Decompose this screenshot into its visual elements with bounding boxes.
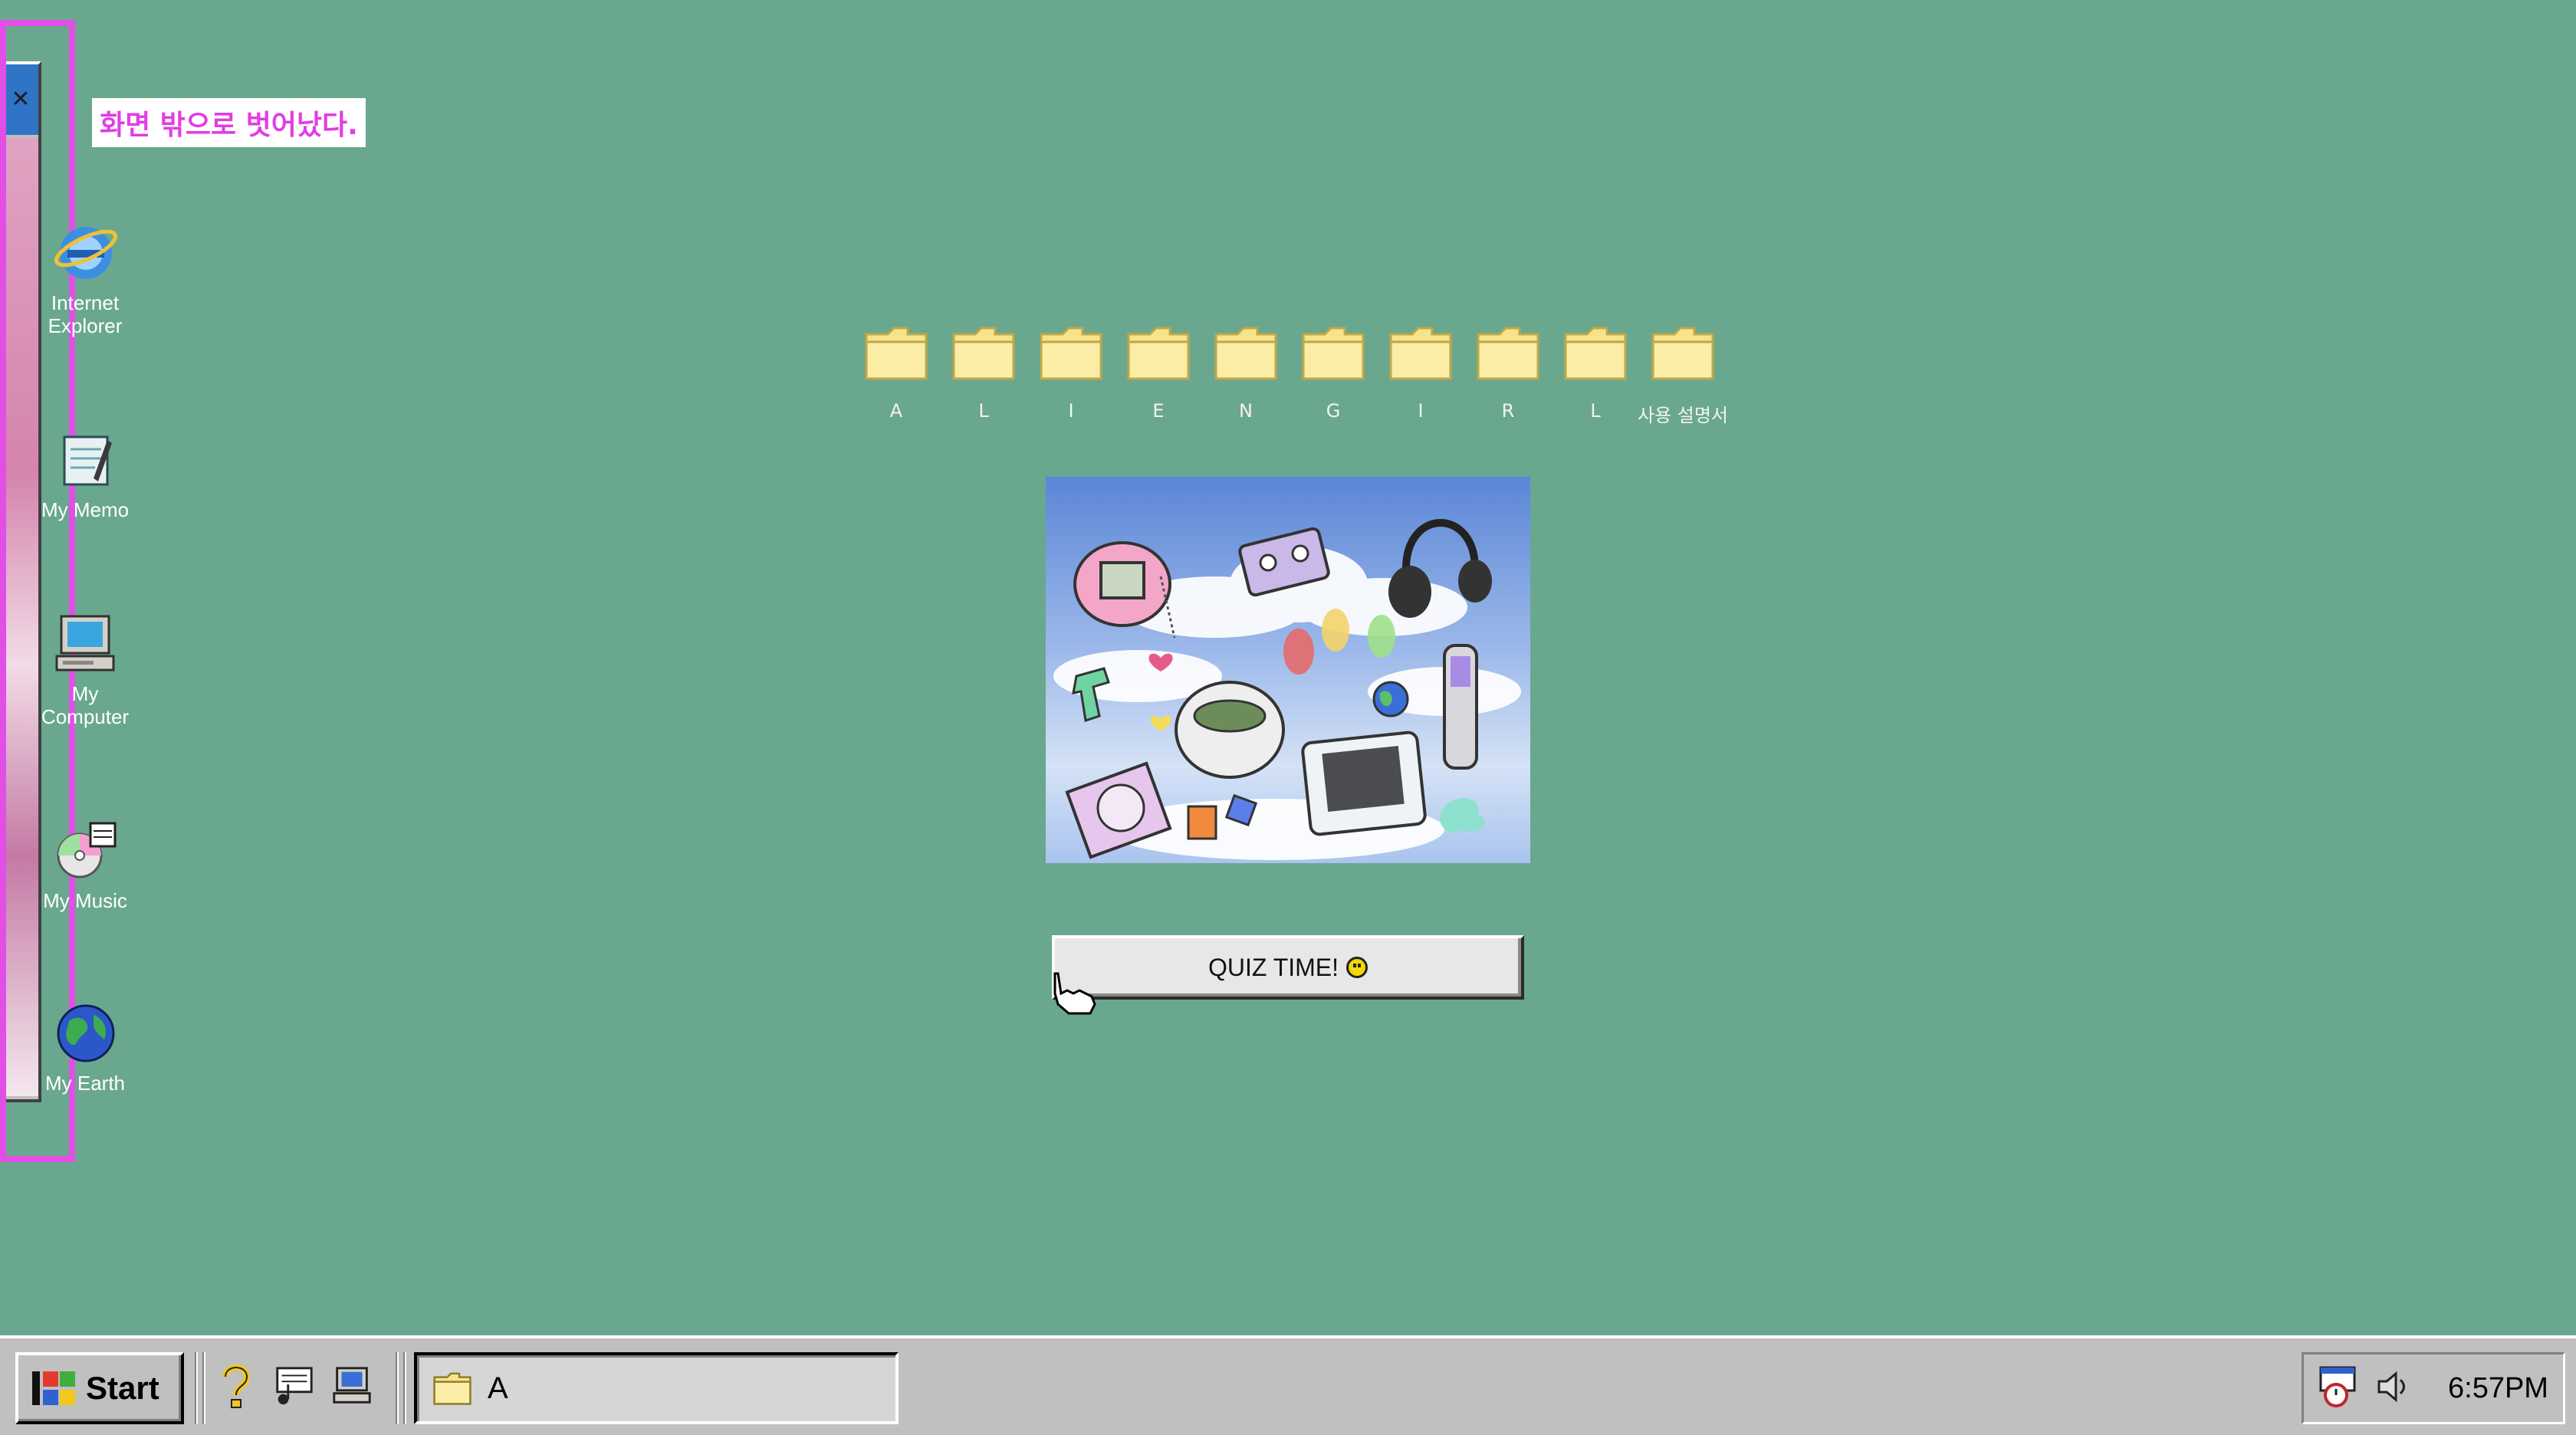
quiz-time-label: QUIZ TIME! bbox=[1208, 953, 1339, 981]
hand-cursor-icon bbox=[1053, 972, 1096, 1015]
folder-label: R bbox=[1501, 400, 1515, 422]
smiley-icon bbox=[1346, 957, 1368, 978]
windows-logo-icon bbox=[32, 1371, 75, 1405]
folder-label: E bbox=[1152, 400, 1165, 422]
folder-icon bbox=[1214, 327, 1277, 380]
offscreen-highlight-frame bbox=[0, 20, 75, 1162]
folder-label: G bbox=[1326, 400, 1341, 422]
folder-label: L bbox=[1590, 400, 1601, 422]
folder-label: I bbox=[1068, 400, 1074, 422]
folder-label: A bbox=[889, 400, 903, 422]
folder-icon bbox=[1127, 327, 1190, 380]
folder-icon bbox=[433, 1372, 472, 1405]
desktop-icon-my-music[interactable]: My Music bbox=[28, 816, 143, 912]
desktop-computer-icon[interactable] bbox=[330, 1361, 374, 1410]
taskbar-separator bbox=[403, 1352, 406, 1424]
calendar-clock-icon[interactable] bbox=[2316, 1364, 2361, 1413]
folder-icon bbox=[1564, 327, 1627, 380]
start-button[interactable]: Start bbox=[15, 1352, 184, 1424]
taskbar-window-label: A bbox=[488, 1371, 508, 1405]
desktop-icon-my-memo[interactable]: My Memo bbox=[28, 425, 143, 521]
computer-icon bbox=[51, 609, 120, 678]
taskbar-separator bbox=[396, 1352, 399, 1424]
internet-explorer-icon bbox=[51, 218, 120, 287]
help-icon[interactable] bbox=[213, 1361, 258, 1410]
y2k-illustration bbox=[1046, 477, 1530, 863]
folder-item[interactable]: L bbox=[1561, 322, 1630, 427]
folder-label: N bbox=[1239, 400, 1253, 422]
desktop-icon-label: My Computer bbox=[41, 682, 130, 728]
folder-item[interactable]: L bbox=[949, 322, 1018, 427]
folder-icon bbox=[865, 327, 928, 380]
folder-item[interactable]: G bbox=[1299, 322, 1368, 427]
desktop-icon-internet-explorer[interactable]: Internet Explorer bbox=[28, 218, 143, 337]
desktop-icon-my-earth[interactable]: My Earth bbox=[28, 998, 143, 1095]
folder-item[interactable]: A bbox=[862, 322, 931, 427]
folder-icon bbox=[1651, 327, 1714, 380]
taskbar: Start A 6:57PM bbox=[0, 1335, 2576, 1435]
earth-icon bbox=[51, 998, 120, 1067]
memo-icon bbox=[51, 425, 120, 494]
folder-item[interactable]: I bbox=[1037, 322, 1106, 427]
taskbar-clock: 6:57PM bbox=[2448, 1371, 2548, 1404]
taskbar-separator bbox=[202, 1352, 205, 1424]
folder-icon bbox=[952, 327, 1015, 380]
quick-launch bbox=[213, 1361, 374, 1410]
folder-item[interactable]: R bbox=[1474, 322, 1543, 427]
folder-icon bbox=[1302, 327, 1365, 380]
taskbar-window-button[interactable]: A bbox=[414, 1352, 899, 1424]
folder-label: I bbox=[1418, 400, 1424, 422]
desktop-icon-label: My Earth bbox=[44, 1072, 126, 1095]
taskbar-separator bbox=[195, 1352, 198, 1424]
desktop-icon-label: My Music bbox=[43, 889, 127, 912]
desktop-icon-my-computer[interactable]: My Computer bbox=[28, 609, 143, 728]
folder-icon bbox=[1389, 327, 1452, 380]
start-label: Start bbox=[86, 1370, 159, 1406]
folder-row: A L I E N G I R L 사용 설명서 bbox=[862, 322, 1728, 427]
volume-icon[interactable] bbox=[2374, 1368, 2413, 1410]
desktop: ✕ 화면 밖으로 벗어났다. Internet Explorer My Memo… bbox=[0, 0, 2576, 1335]
folder-item[interactable]: I bbox=[1386, 322, 1455, 427]
folder-item[interactable]: E bbox=[1124, 322, 1193, 427]
system-tray: 6:57PM bbox=[2302, 1352, 2565, 1424]
folder-label: L bbox=[978, 400, 989, 422]
folder-icon bbox=[1477, 327, 1539, 380]
music-icon bbox=[51, 816, 120, 885]
folder-item[interactable]: N bbox=[1211, 322, 1280, 427]
desktop-icon-label: My Memo bbox=[41, 498, 130, 521]
folder-item[interactable]: 사용 설명서 bbox=[1638, 322, 1728, 427]
offscreen-label: 화면 밖으로 벗어났다. bbox=[92, 98, 366, 147]
folder-icon bbox=[1040, 327, 1102, 380]
music-player-icon[interactable] bbox=[271, 1361, 316, 1410]
quiz-time-button[interactable]: QUIZ TIME! bbox=[1052, 935, 1524, 1000]
desktop-icon-label: Internet Explorer bbox=[48, 291, 123, 337]
folder-label: 사용 설명서 bbox=[1637, 405, 1729, 426]
